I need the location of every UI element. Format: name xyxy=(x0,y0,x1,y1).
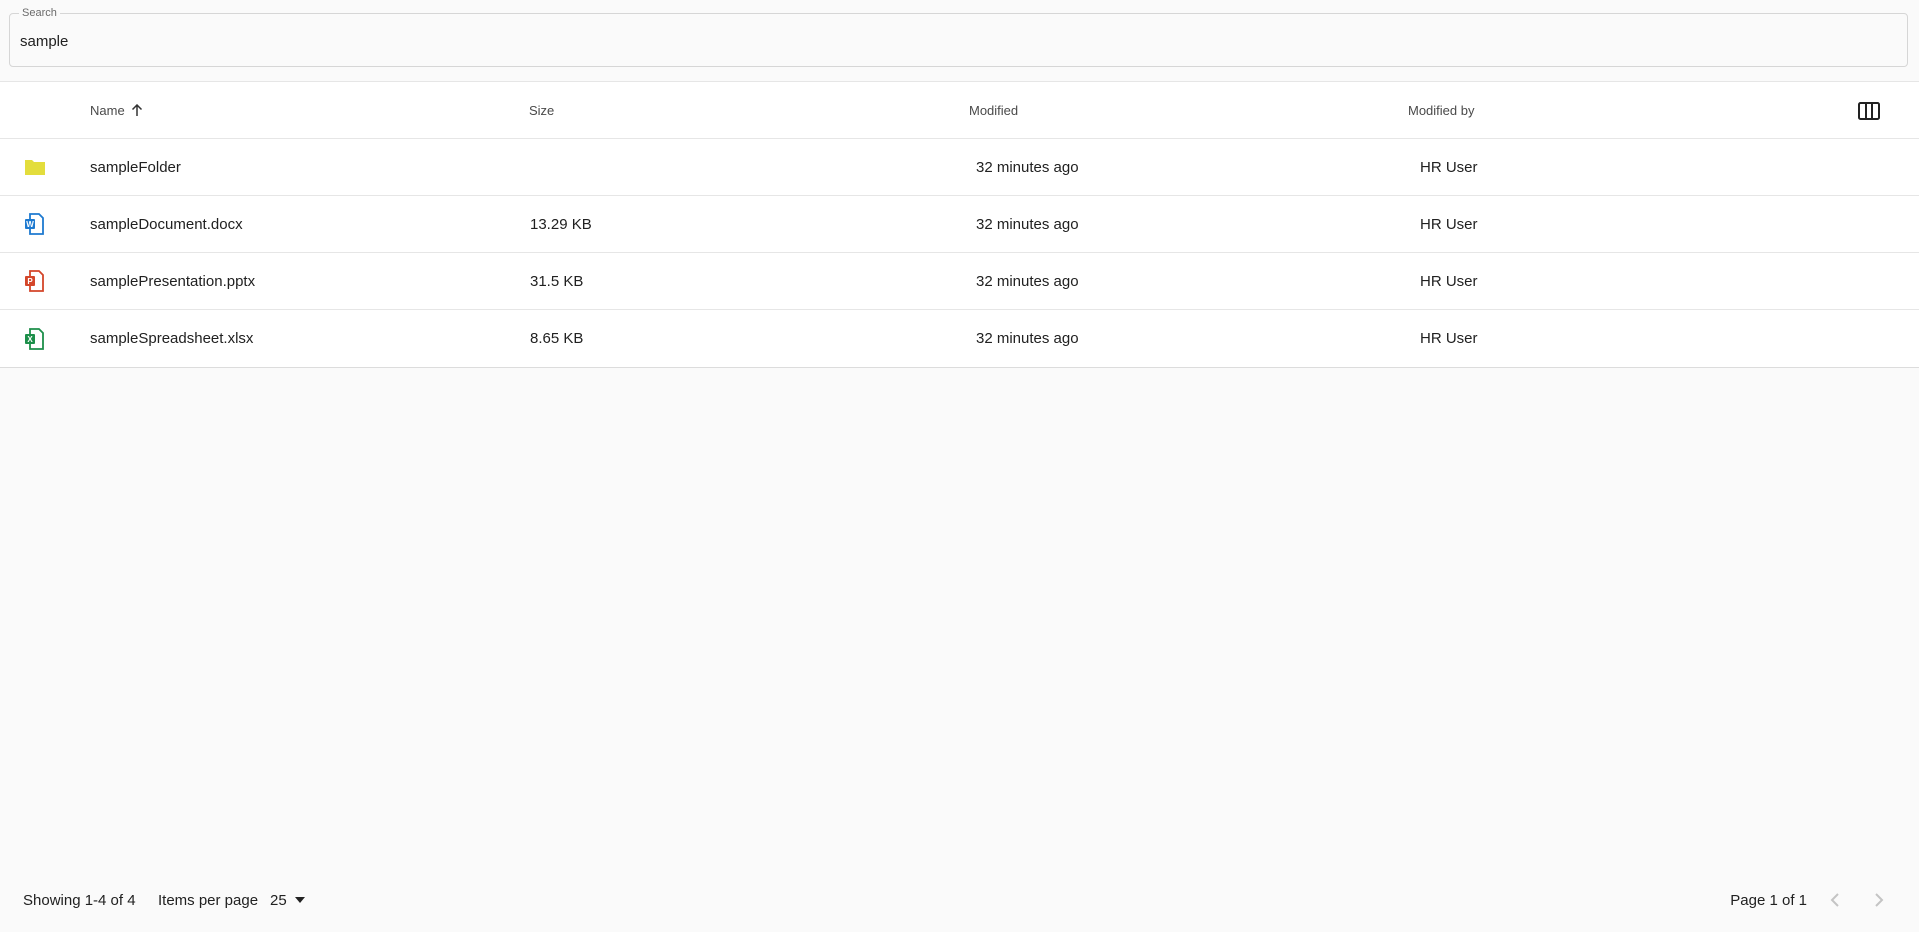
search-field[interactable]: Search xyxy=(9,7,1908,67)
file-name[interactable]: samplePresentation.pptx xyxy=(90,253,255,309)
previous-page-button[interactable] xyxy=(1823,888,1847,912)
file-modified: 32 minutes ago xyxy=(976,272,1079,290)
powerpoint-icon: P xyxy=(24,253,54,309)
table-row[interactable]: sampleFolder 32 minutes ago HR User xyxy=(0,139,1919,196)
file-modified-by: HR User xyxy=(1420,272,1478,290)
file-modified-by: HR User xyxy=(1420,330,1478,347)
file-name[interactable]: sampleDocument.docx xyxy=(90,196,243,252)
table-row[interactable]: W sampleDocument.docx 13.29 KB 32 minute… xyxy=(0,196,1919,253)
items-per-page-select[interactable]: 25 xyxy=(270,892,305,909)
folder-icon xyxy=(24,139,54,195)
file-modified: 32 minutes ago xyxy=(976,215,1079,233)
file-modified: 32 minutes ago xyxy=(976,330,1079,347)
column-header-size[interactable]: Size xyxy=(529,82,554,138)
svg-text:P: P xyxy=(27,277,33,286)
pagination-bar: Showing 1-4 of 4 Items per page 25 Page … xyxy=(0,876,1919,924)
search-label: Search xyxy=(19,7,60,19)
file-size: 13.29 KB xyxy=(530,215,592,233)
chevron-right-icon xyxy=(1875,893,1884,907)
items-per-page-label: Items per page xyxy=(158,891,259,909)
chevron-left-icon xyxy=(1830,893,1839,907)
sort-ascending-icon xyxy=(131,103,143,117)
search-input[interactable] xyxy=(20,30,1880,52)
file-browser-page: Search Name Size Modified Modified by sa… xyxy=(0,0,1919,932)
svg-text:W: W xyxy=(26,220,34,229)
columns-settings-icon[interactable] xyxy=(1857,100,1881,122)
column-header-modified-by[interactable]: Modified by xyxy=(1408,82,1474,138)
table-row[interactable]: P samplePresentation.pptx 31.5 KB 32 min… xyxy=(0,253,1919,310)
table-header-row: Name Size Modified Modified by xyxy=(0,82,1919,139)
table-row[interactable]: X sampleSpreadsheet.xlsx 8.65 KB 32 minu… xyxy=(0,310,1919,367)
file-size: 31.5 KB xyxy=(530,272,584,290)
excel-spreadsheet-icon: X xyxy=(24,310,54,367)
file-modified: 32 minutes ago xyxy=(976,158,1079,176)
svg-text:X: X xyxy=(27,335,33,344)
file-name[interactable]: sampleSpreadsheet.xlsx xyxy=(90,310,253,367)
dropdown-arrow-icon xyxy=(294,897,305,903)
word-document-icon: W xyxy=(24,196,54,252)
next-page-button[interactable] xyxy=(1867,888,1891,912)
file-table: Name Size Modified Modified by sampleFol… xyxy=(0,81,1919,368)
page-info: Page 1 of 1 xyxy=(1730,891,1807,909)
column-header-name[interactable]: Name xyxy=(90,82,143,138)
file-modified-by: HR User xyxy=(1420,158,1478,176)
file-modified-by: HR User xyxy=(1420,215,1478,233)
column-header-modified[interactable]: Modified xyxy=(969,82,1018,138)
file-size: 8.65 KB xyxy=(530,330,584,347)
pagination-range: Showing 1-4 of 4 xyxy=(23,891,136,909)
file-name[interactable]: sampleFolder xyxy=(90,139,181,195)
